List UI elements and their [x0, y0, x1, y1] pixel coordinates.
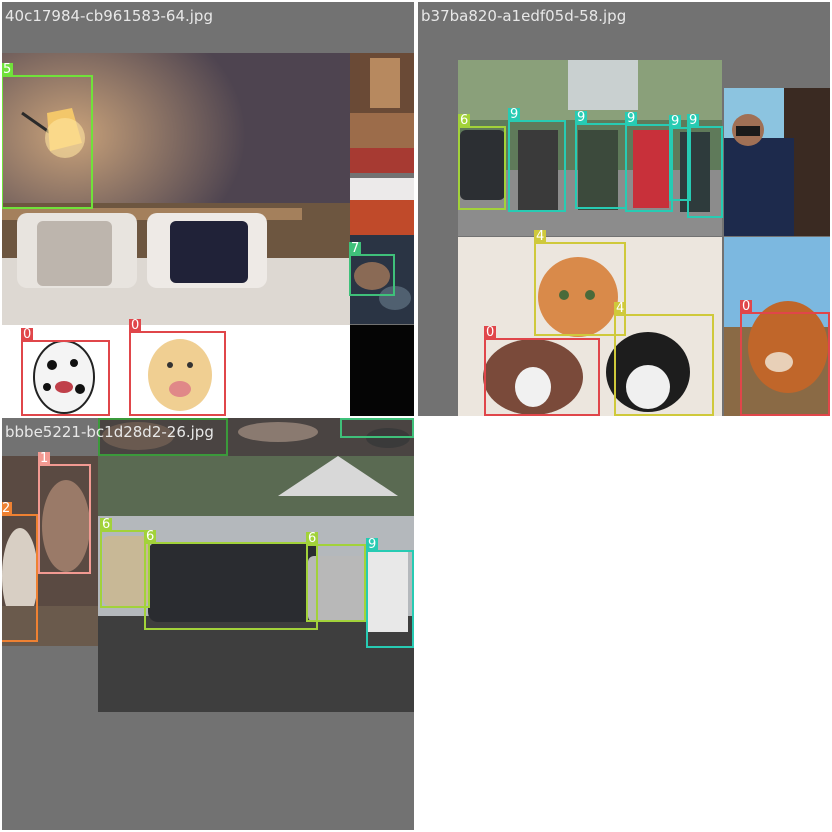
tile-filename: bbbe5221-bc1d28d2-26.jpg — [5, 423, 214, 441]
box-class-label: 7 — [340, 418, 353, 420]
box-class-label: 6 — [458, 113, 471, 128]
person-image — [724, 88, 830, 236]
detection-box: 0 — [129, 319, 226, 416]
detection-box: 0 — [740, 300, 830, 416]
box-class-label: 6 — [306, 531, 319, 546]
box-class-label: 1 — [38, 451, 51, 466]
detection-box: 6 — [144, 530, 318, 630]
box-class-label: 4 — [534, 229, 547, 244]
detection-box: 7 — [340, 418, 414, 438]
dark-photo — [350, 325, 414, 416]
box-class-label: 9 — [366, 537, 379, 552]
mosaic-tile-2: b37ba820-a1edf05d-58.jpg 6 9 9 9 9 9 4 4… — [418, 2, 830, 416]
detection-box: 6 — [100, 518, 150, 608]
box-class-label: 6 — [144, 529, 157, 544]
mosque-image — [350, 53, 414, 173]
mosque-photo — [350, 53, 414, 173]
mosaic-tile-1: 40c17984-cb961583-64.jpg 5 7 0 0 — [2, 2, 414, 416]
tile-filename: 40c17984-cb961583-64.jpg — [5, 7, 213, 25]
tile-filename: b37ba820-a1edf05d-58.jpg — [421, 7, 627, 25]
box-class-label: 0 — [740, 299, 753, 314]
box-class-label: 6 — [100, 517, 113, 532]
detection-box: 4 — [614, 302, 714, 416]
box-class-label: 9 — [575, 110, 588, 125]
detection-box: 7 — [349, 242, 395, 296]
box-class-label: 7 — [349, 241, 362, 256]
box-class-label: 9 — [669, 114, 682, 129]
detection-box: 0 — [21, 328, 110, 416]
detection-box: 9 — [625, 112, 673, 212]
box-class-label: 8 — [98, 418, 111, 420]
box-class-label: 9 — [687, 113, 700, 128]
person-photo — [724, 88, 830, 236]
detection-box: 4 — [534, 230, 626, 336]
mosaic-tile-3: bbbe5221-bc1d28d2-26.jpg 1 2 6 6 6 9 — [2, 418, 414, 830]
box-class-label: 4 — [614, 301, 627, 316]
box-class-label: 5 — [2, 62, 14, 77]
box-class-label: 9 — [625, 111, 638, 126]
detection-box: 9 — [366, 538, 414, 648]
box-class-label: 2 — [2, 501, 13, 516]
detection-box: 6 — [306, 532, 366, 622]
detection-box: 1 — [38, 452, 91, 574]
detection-box: 9 — [508, 108, 566, 212]
box-class-label: 0 — [21, 327, 34, 342]
detection-box: 6 — [458, 114, 506, 210]
detection-box: 0 — [484, 326, 600, 416]
detection-box: 2 — [2, 502, 38, 642]
detection-box: 9 — [687, 114, 723, 218]
box-class-label: 0 — [484, 325, 497, 340]
detection-box: 5 — [2, 63, 93, 209]
detection-box: 9 — [575, 111, 627, 209]
box-class-label: 0 — [129, 318, 142, 333]
box-class-label: 9 — [508, 107, 521, 122]
